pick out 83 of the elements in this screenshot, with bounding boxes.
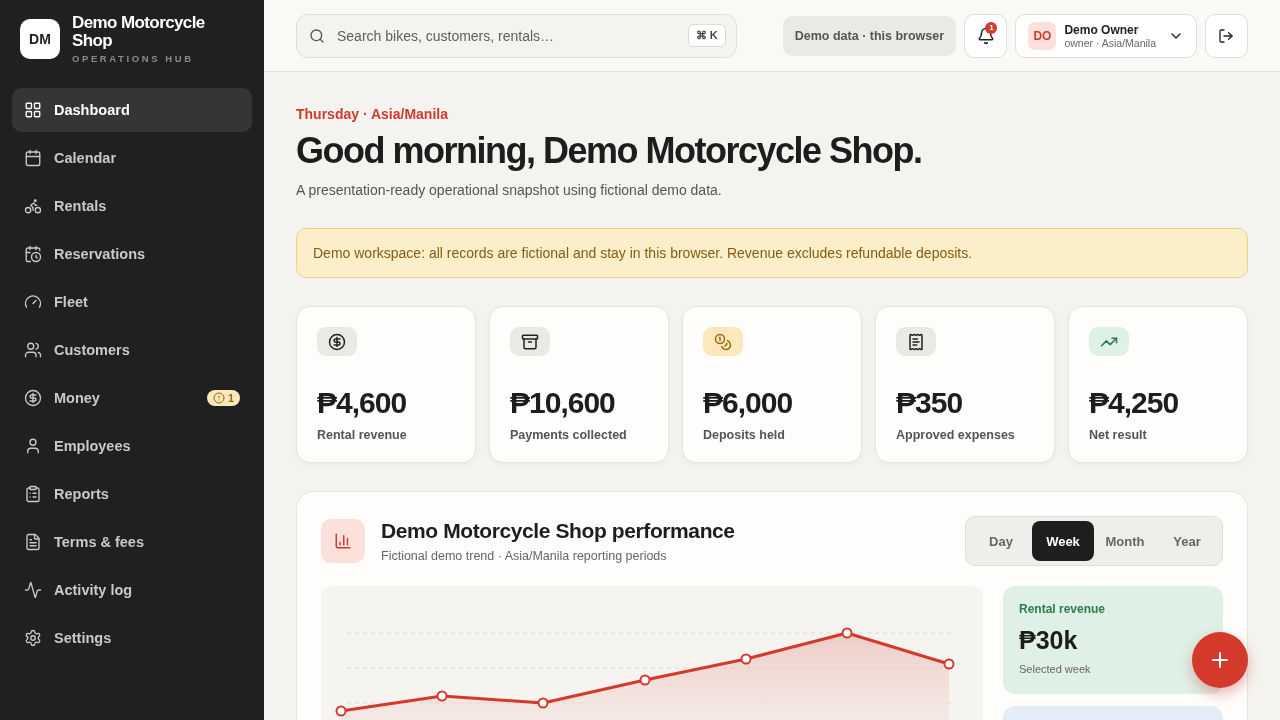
nav-item[interactable]: Money 1 xyxy=(12,376,252,420)
users-icon xyxy=(24,341,42,359)
stat-value: ₱6,000 xyxy=(703,386,794,420)
panel-title: Demo Motorcycle Shop performance xyxy=(381,519,736,543)
nav-item[interactable]: Settings xyxy=(12,616,252,660)
nav-item[interactable]: Employees xyxy=(12,424,252,468)
user-name: Demo Owner xyxy=(1064,22,1140,37)
user-avatar: DO xyxy=(1028,21,1057,50)
nav-label: Terms & fees xyxy=(54,534,145,550)
nav-item[interactable]: Reports xyxy=(12,472,252,516)
period-tab[interactable]: Year xyxy=(1156,521,1218,561)
period-tab[interactable]: Day xyxy=(970,521,1032,561)
nav-item[interactable]: Rentals xyxy=(12,184,252,228)
page-subtitle: A presentation-ready operational snapshot using fictional demo data. xyxy=(296,182,723,198)
gauge-icon xyxy=(24,293,42,311)
nav-item[interactable]: Dashboard xyxy=(12,88,252,132)
settings-icon xyxy=(24,629,42,647)
date-label: Thursday · Asia/Manila xyxy=(296,106,449,122)
nav-item[interactable]: Terms & fees xyxy=(12,520,252,564)
nav-label: Employees xyxy=(54,438,132,454)
bar-chart-icon xyxy=(321,519,365,563)
calendar-clock-icon xyxy=(24,245,42,263)
stat-value: ₱4,250 xyxy=(1089,386,1180,420)
nav-item[interactable]: Activity log xyxy=(12,568,252,612)
nav-label: Customers xyxy=(54,342,131,358)
archive-icon xyxy=(510,327,550,356)
stat-label: Rental revenue xyxy=(317,428,408,442)
stat-value: ₱4,600 xyxy=(317,386,408,420)
stat-label: Net result xyxy=(1089,428,1148,442)
notification-count: 1 xyxy=(985,21,998,34)
calendar-icon xyxy=(24,149,42,167)
nav-label: Settings xyxy=(54,630,113,646)
stat-label: Deposits held xyxy=(703,428,786,442)
brand-logo: DM xyxy=(20,19,60,59)
nav-label: Rentals xyxy=(54,198,108,214)
nav-label: Activity log xyxy=(54,582,134,598)
nav-item[interactable]: Fleet xyxy=(12,280,252,324)
brand-name: Demo Motorcycle Shop xyxy=(72,14,206,50)
user-role: owner · Asia/Manila xyxy=(1064,36,1158,49)
nav-item[interactable]: Customers xyxy=(12,328,252,372)
trend-up-icon xyxy=(1089,327,1129,356)
brand-subtitle: OPERATIONS HUB xyxy=(72,53,195,64)
nav-item[interactable]: Calendar xyxy=(12,136,252,180)
alert-badge: 1 xyxy=(206,390,240,406)
nav-label: Calendar xyxy=(54,150,118,166)
nav-label: Fleet xyxy=(54,294,89,310)
bell-icon xyxy=(976,26,995,45)
user-icon xyxy=(24,437,42,455)
search-box[interactable]: Search bikes, customers, rentals… ⌘ K xyxy=(296,13,737,58)
logout-icon xyxy=(1218,27,1235,44)
document-icon xyxy=(24,533,42,551)
nav-item[interactable]: Reservations xyxy=(12,232,252,276)
page-title: Good morning, Demo Motorcycle Shop. xyxy=(296,130,923,172)
bicycle-icon xyxy=(24,197,42,215)
period-tab[interactable]: Month xyxy=(1094,521,1156,561)
clipboard-icon xyxy=(24,485,42,503)
stat-label: Payments collected xyxy=(510,428,628,442)
grid-icon xyxy=(24,101,42,119)
pulse-icon xyxy=(24,581,42,599)
logout-button[interactable] xyxy=(1204,13,1248,58)
period-tab[interactable]: Week xyxy=(1032,521,1094,561)
summary-label: Rental revenue xyxy=(1019,602,1107,616)
panel-subtitle: Fictional demo trend · Asia/Manila reporting periods xyxy=(381,549,668,563)
summary-caption: Selected week xyxy=(1019,663,1092,675)
search-input[interactable]: Search bikes, customers, rentals… xyxy=(335,26,678,45)
nav-label: Reports xyxy=(54,486,110,502)
coins-icon xyxy=(703,327,743,356)
stat-value: ₱350 xyxy=(896,386,964,420)
notifications-button[interactable]: 1 xyxy=(964,13,1008,58)
user-menu-button[interactable]: DO Demo Owner owner · Asia/Manila xyxy=(1015,13,1197,58)
nav-label: Reservations xyxy=(54,246,147,262)
summary-value: ₱30k xyxy=(1019,626,1079,655)
shortcut-key: ⌘ K xyxy=(687,24,726,47)
nav-label: Money xyxy=(54,390,101,406)
demo-data-chip: Demo data · this browser xyxy=(782,15,957,56)
nav-label: Dashboard xyxy=(54,102,131,118)
dollar-icon xyxy=(317,327,357,356)
search-icon xyxy=(309,27,325,44)
notice-banner: Demo workspace: all records are fictional and stay in this browser. Revenue excludes refundable deposits. xyxy=(296,228,1248,278)
stat-value: ₱10,600 xyxy=(510,386,616,420)
dollar-icon xyxy=(24,389,42,407)
receipt-icon xyxy=(896,327,936,356)
stat-label: Approved expenses xyxy=(896,428,1016,442)
